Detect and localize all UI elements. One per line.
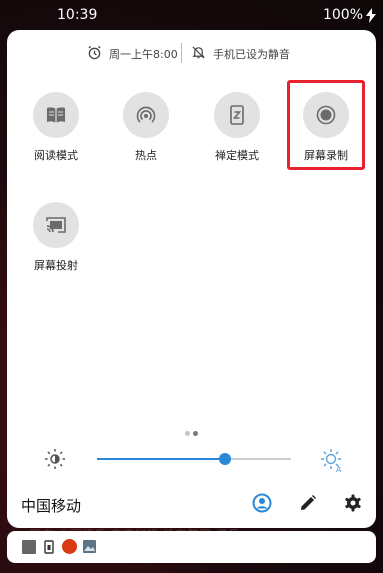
settings-gear-icon[interactable] xyxy=(344,494,362,512)
svg-text:A: A xyxy=(336,465,342,473)
tile-reading-mode-button[interactable] xyxy=(33,92,79,138)
notification-icons-bar[interactable] xyxy=(7,531,376,563)
tile-screen-cast-button[interactable] xyxy=(33,202,79,248)
brightness-slider[interactable] xyxy=(97,453,291,465)
next-alarm-text[interactable]: 周一上午8:00 xyxy=(109,46,178,62)
page-dot[interactable] xyxy=(185,431,190,436)
image-icon xyxy=(83,540,96,553)
brightness-slider-fill xyxy=(97,458,226,460)
tile-label: 阅读模式 xyxy=(34,149,78,162)
hotspot-icon xyxy=(136,106,156,123)
page-indicator xyxy=(185,421,201,440)
status-bar: 10:39 100% xyxy=(0,0,383,30)
edit-icon[interactable] xyxy=(299,494,317,512)
quick-settings-panel: 周一上午8:00 手机已设为静音 阅读模式 热点 禅定模式 屏幕录制 屏幕投射 … xyxy=(7,30,376,528)
record-indicator-icon xyxy=(62,539,77,554)
carrier-name: 中国移动 xyxy=(21,497,82,515)
tile-label: 屏幕投射 xyxy=(34,259,78,272)
tile-reading-mode[interactable]: 阅读模式 xyxy=(15,92,97,172)
user-account-icon[interactable] xyxy=(252,493,272,513)
page-dot-active[interactable] xyxy=(193,431,198,436)
phone-battery-icon xyxy=(44,540,54,554)
bell-off-icon xyxy=(192,46,205,59)
info-row: 周一上午8:00 手机已设为静音 xyxy=(7,43,376,64)
clock: 10:39 xyxy=(57,7,98,23)
tile-hotspot[interactable]: 热点 xyxy=(105,92,187,172)
tile-screen-cast[interactable]: 屏幕投射 xyxy=(15,202,97,282)
highlight-box xyxy=(287,80,365,170)
book-icon xyxy=(47,107,65,123)
tile-zen-mode[interactable]: 禅定模式 xyxy=(196,92,278,172)
tile-zen-mode-button[interactable] xyxy=(214,92,260,138)
brightness-slider-thumb[interactable] xyxy=(219,453,232,465)
auto-brightness-icon[interactable]: A xyxy=(319,447,345,473)
tile-label: 热点 xyxy=(135,149,157,162)
sound-mode-text[interactable]: 手机已设为静音 xyxy=(213,46,290,62)
battery-level: 100% xyxy=(322,7,363,23)
divider xyxy=(181,43,182,63)
zen-mode-icon xyxy=(230,105,244,125)
gallery-app-icon xyxy=(22,540,36,554)
alarm-icon xyxy=(88,45,101,60)
brightness-low-icon xyxy=(45,449,65,469)
cast-icon xyxy=(46,217,66,233)
tile-label: 禅定模式 xyxy=(215,149,259,162)
charging-icon xyxy=(366,8,376,23)
tile-hotspot-button[interactable] xyxy=(123,92,169,138)
